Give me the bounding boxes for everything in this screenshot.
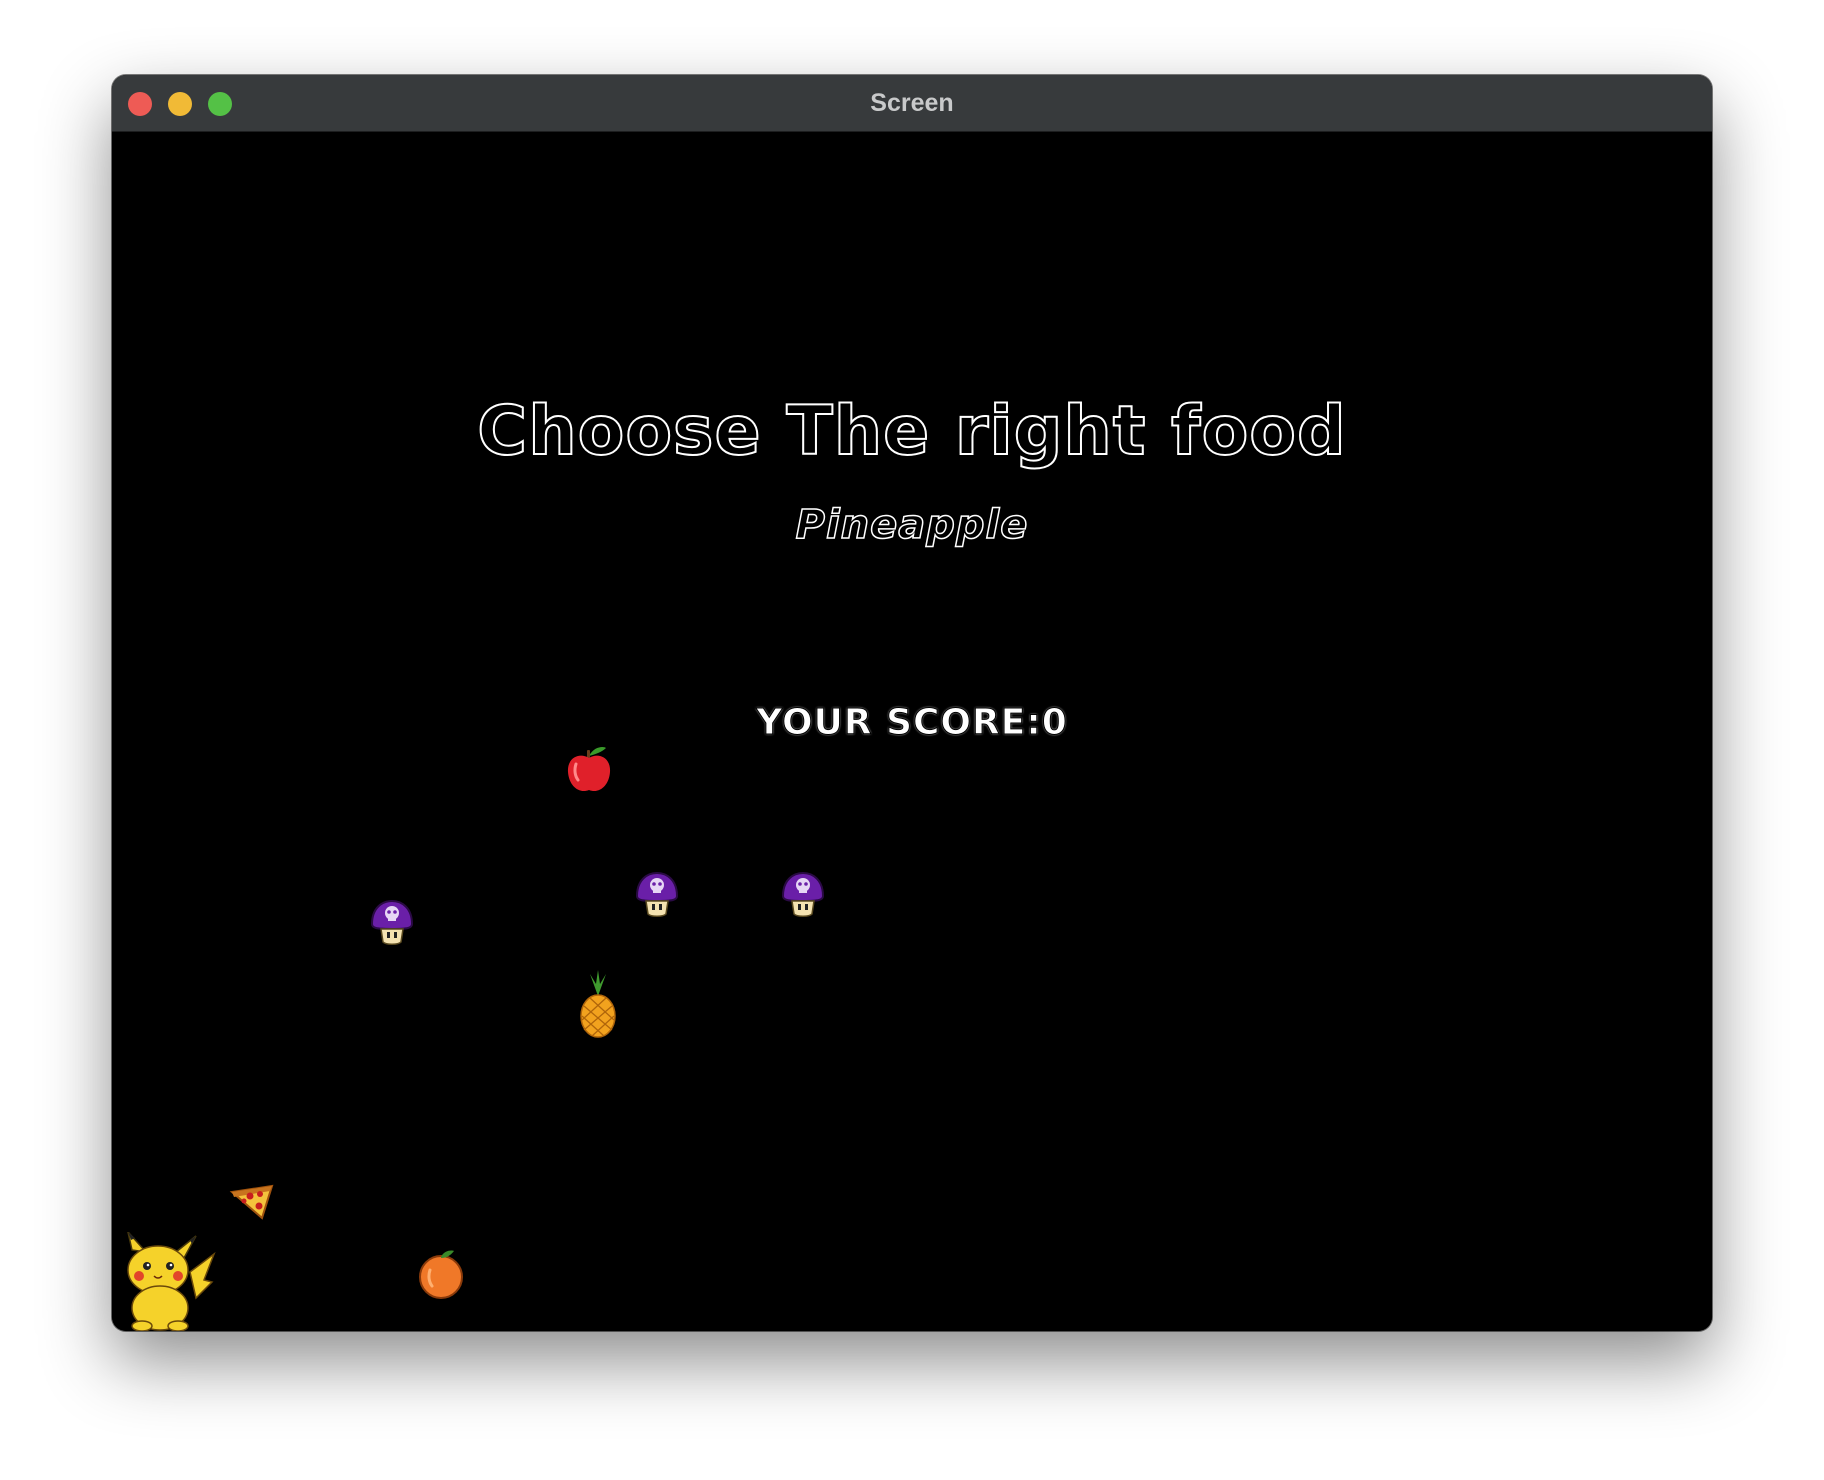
poison-mushroom-icon[interactable] xyxy=(633,870,681,918)
game-headline: Choose The right food xyxy=(476,391,1347,472)
game-canvas[interactable]: Choose The right food Pineapple YOUR SCO… xyxy=(112,132,1712,1331)
pineapple-icon[interactable] xyxy=(576,970,620,1038)
orange-icon[interactable] xyxy=(416,1248,466,1300)
game-window: Screen Choose The right food Pineapple Y… xyxy=(112,75,1712,1331)
poison-mushroom-icon[interactable] xyxy=(368,898,416,946)
apple-icon[interactable] xyxy=(564,742,614,794)
score-label: YOUR SCORE:0 xyxy=(756,702,1068,744)
window-title: Screen xyxy=(870,89,954,117)
pikachu-player-icon[interactable] xyxy=(120,1232,216,1331)
pizza-icon[interactable] xyxy=(228,1182,276,1222)
target-food-label: Pineapple xyxy=(795,501,1029,549)
poison-mushroom-icon[interactable] xyxy=(779,870,827,918)
title-bar[interactable]: Screen xyxy=(112,75,1712,132)
